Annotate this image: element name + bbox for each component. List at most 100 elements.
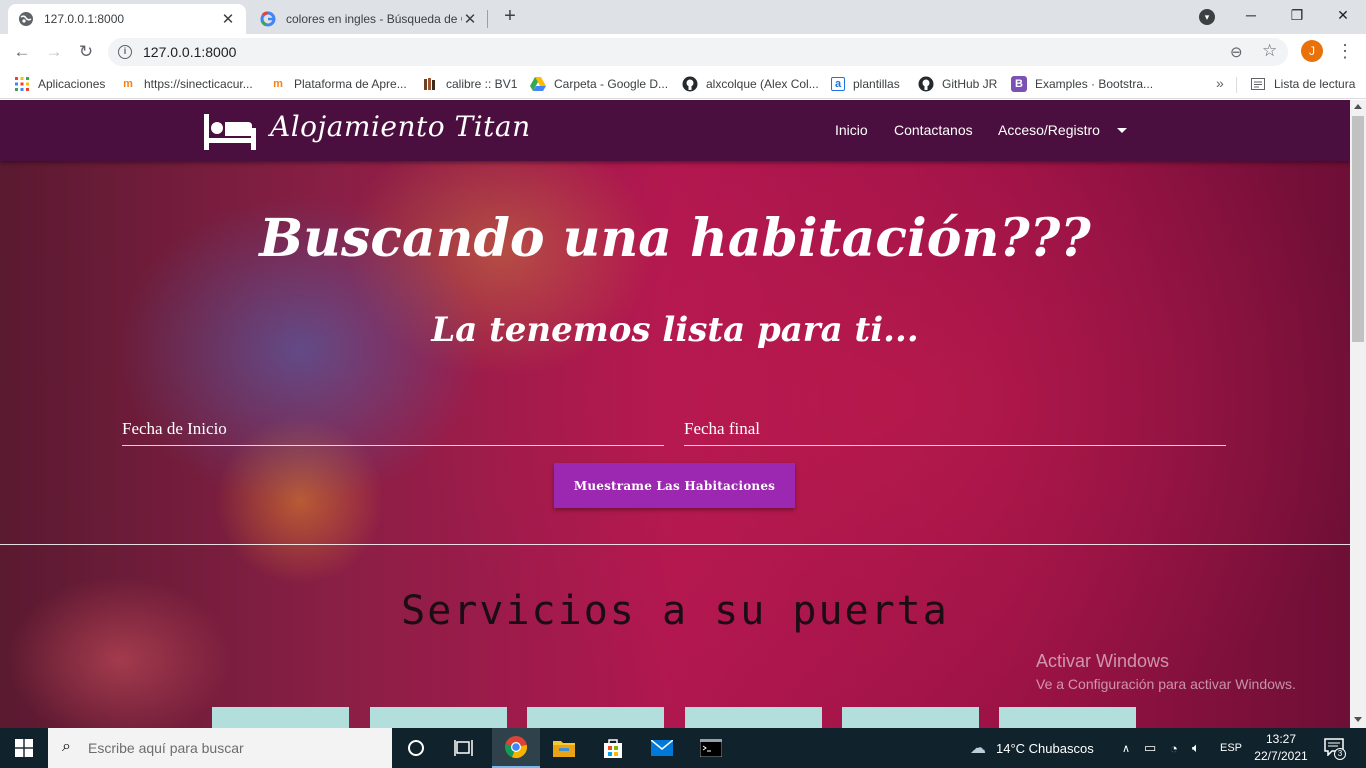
bookmark-github-jr[interactable]: GitHub JR: [918, 75, 997, 93]
bookmark-plantillas[interactable]: a plantillas: [831, 75, 900, 93]
weather-text: 14°C Chubascos: [996, 740, 1094, 756]
scroll-thumb[interactable]: [1352, 116, 1364, 342]
scroll-up-icon[interactable]: [1354, 104, 1362, 109]
start-date-input[interactable]: [122, 414, 664, 444]
show-hidden-icons[interactable]: ∧: [1122, 728, 1130, 768]
address-bar[interactable]: i 127.0.0.1:8000 ⊖ ☆: [108, 38, 1288, 66]
bookmark-star-icon[interactable]: ☆: [1262, 41, 1277, 61]
language-indicator[interactable]: ESP: [1220, 728, 1242, 768]
reading-list-button[interactable]: Lista de lectura: [1250, 75, 1355, 93]
services-title: Servicios a su puerta: [401, 588, 949, 634]
scroll-down-icon[interactable]: [1354, 717, 1362, 722]
site-brand[interactable]: Alojamiento Titan: [270, 110, 531, 143]
bookmark-label: calibre :: BV1: [446, 77, 518, 91]
github-icon: [918, 76, 934, 92]
apps-grid-icon: [14, 76, 30, 92]
mail-icon[interactable]: [638, 728, 686, 768]
bookmark-label: plantillas: [853, 77, 900, 91]
new-tab-button[interactable]: +: [498, 5, 522, 29]
clock-time: 13:27: [1265, 732, 1297, 746]
battery-icon[interactable]: ▭: [1144, 728, 1156, 768]
globe-icon: [18, 11, 34, 27]
end-date-field[interactable]: [684, 414, 1226, 446]
close-tab-icon[interactable]: ✕: [220, 10, 236, 28]
show-rooms-button[interactable]: Muestrame Las Habitaciones: [554, 463, 795, 508]
chrome-taskbar-icon[interactable]: [492, 728, 540, 768]
windows-activation-watermark: Activar Windows Ve a Configuración para …: [1036, 651, 1296, 692]
task-view-icon[interactable]: [440, 728, 488, 768]
store-icon[interactable]: [589, 728, 637, 768]
profile-avatar[interactable]: J: [1301, 40, 1323, 62]
windows-logo-icon: [15, 739, 33, 757]
tab-google-search[interactable]: colores en ingles - Búsqueda de Google ✕: [250, 4, 488, 34]
site-info-icon[interactable]: i: [118, 45, 132, 59]
service-card[interactable]: [527, 707, 664, 728]
bookmark-calibre[interactable]: calibre :: BV1: [422, 75, 517, 93]
start-date-field[interactable]: [122, 414, 664, 446]
nav-inicio[interactable]: Inicio: [835, 122, 868, 138]
nav-contactanos[interactable]: Contactanos: [894, 122, 973, 138]
bookmarks-bar: Aplicaciones m https://sinecticacur... m…: [0, 70, 1366, 99]
plantillas-icon: a: [831, 77, 845, 91]
back-button[interactable]: ←: [10, 40, 34, 64]
close-tab-icon[interactable]: ✕: [462, 10, 478, 28]
taskbar-search[interactable]: ⌕: [48, 728, 392, 768]
bookmark-bootstrap[interactable]: B Examples · Bootstra...: [1011, 75, 1153, 93]
weather-widget[interactable]: ☁ 14°C Chubascos: [970, 728, 1094, 768]
minimize-button[interactable]: ─: [1228, 0, 1274, 30]
forward-button[interactable]: →: [42, 40, 66, 64]
browser-tabstrip: 127.0.0.1:8000 ✕ colores en ingles - Bús…: [0, 0, 1366, 34]
url-text[interactable]: 127.0.0.1:8000: [143, 44, 236, 60]
terminal-icon[interactable]: [687, 728, 735, 768]
bed-icon: [204, 114, 256, 150]
restore-button[interactable]: ❐: [1274, 0, 1320, 30]
bookmark-separator: [1236, 77, 1237, 93]
zoom-icon[interactable]: ⊖: [1230, 43, 1243, 61]
bookmark-google-drive[interactable]: Carpeta - Google D...: [530, 75, 668, 93]
page-viewport: Alojamiento Titan Inicio Contactanos Acc…: [0, 100, 1350, 728]
bookmark-label: https://sinecticacur...: [144, 77, 253, 91]
bookmark-label: Plataforma de Apre...: [294, 77, 407, 91]
end-date-input[interactable]: [684, 414, 1226, 444]
volume-icon[interactable]: 🔈︎: [1192, 728, 1200, 768]
more-bookmarks-icon[interactable]: »: [1216, 75, 1224, 91]
reload-button[interactable]: ↻: [74, 40, 98, 64]
search-icon: ⌕: [62, 738, 71, 755]
service-card[interactable]: [212, 707, 349, 728]
bookmark-plataforma[interactable]: m Plataforma de Apre...: [270, 75, 407, 93]
bookmark-apps[interactable]: Aplicaciones: [14, 75, 105, 93]
service-card[interactable]: [842, 707, 979, 728]
service-card[interactable]: [370, 707, 507, 728]
github-icon: [682, 76, 698, 92]
service-card[interactable]: [999, 707, 1136, 728]
service-card[interactable]: [685, 707, 822, 728]
moodle-icon: m: [273, 78, 283, 90]
tab-search-icon[interactable]: ▾: [1199, 9, 1215, 25]
page-scrollbar[interactable]: [1350, 100, 1366, 728]
start-button[interactable]: [0, 728, 48, 768]
file-explorer-icon[interactable]: [540, 728, 588, 768]
notification-count-badge: 3: [1334, 748, 1346, 760]
taskbar-clock[interactable]: 13:27 22/7/2021: [1248, 731, 1314, 765]
watermark-title: Activar Windows: [1036, 651, 1170, 671]
bookmark-label: Carpeta - Google D...: [554, 77, 669, 91]
google-icon: [260, 11, 276, 27]
windows-taskbar: ⌕ ☁ 14°C Chubascos ∧ ▭ ◔ 🔈︎ ESP 13:27 22…: [0, 728, 1366, 768]
bookmark-alxcolque[interactable]: alxcolque (Alex Col...: [682, 75, 819, 93]
reading-list-icon: [1250, 76, 1266, 92]
chevron-down-icon[interactable]: [1117, 128, 1127, 133]
browser-toolbar: ← → ↻ i 127.0.0.1:8000 ⊖ ☆ J ⋮: [0, 34, 1366, 70]
nav-acceso-registro[interactable]: Acceso/Registro: [998, 122, 1100, 138]
bookmark-label: Aplicaciones: [38, 77, 106, 91]
google-drive-icon: [530, 76, 546, 92]
moodle-icon: m: [123, 78, 133, 90]
wifi-icon[interactable]: ◔: [1170, 728, 1178, 768]
close-window-button[interactable]: ✕: [1320, 0, 1366, 30]
browser-menu-icon[interactable]: ⋮: [1336, 40, 1354, 62]
hero-subtitle: La tenemos lista para ti...: [431, 310, 919, 350]
bookmark-sinecticacur[interactable]: m https://sinecticacur...: [120, 75, 253, 93]
taskbar-search-input[interactable]: [88, 736, 378, 760]
tab-localhost[interactable]: 127.0.0.1:8000 ✕: [8, 4, 246, 34]
cortana-icon[interactable]: [392, 728, 440, 768]
weather-cloud-icon: ☁: [970, 740, 986, 757]
